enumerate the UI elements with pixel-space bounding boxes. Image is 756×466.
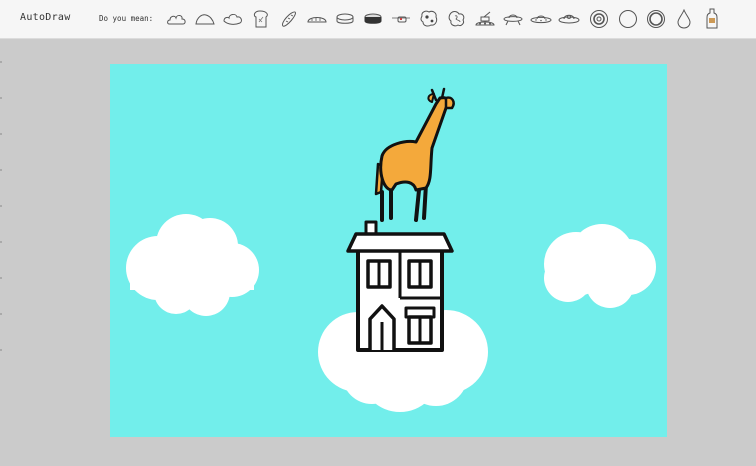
suggestion-cloud-puff-icon[interactable] bbox=[222, 8, 244, 30]
suggestion-hotdog-bun-icon[interactable] bbox=[306, 8, 328, 30]
suggestion-hill-icon[interactable] bbox=[194, 8, 216, 30]
suggestions-prompt: Do you mean: bbox=[99, 14, 154, 23]
suggestion-tank-icon[interactable] bbox=[474, 8, 496, 30]
suggestion-ring-icon[interactable] bbox=[645, 8, 667, 30]
suggestion-bottle-icon[interactable] bbox=[701, 8, 723, 30]
suggestion-donut-icon[interactable] bbox=[588, 8, 610, 30]
suggestion-baguette-icon[interactable] bbox=[278, 8, 300, 30]
suggestion-cloud-icon[interactable] bbox=[166, 8, 188, 30]
cloud-right[interactable] bbox=[544, 224, 656, 308]
suggestion-toast-icon[interactable] bbox=[250, 8, 272, 30]
suggestion-saucer-ring-icon[interactable] bbox=[558, 8, 580, 30]
cloud-left[interactable] bbox=[126, 214, 259, 316]
suggestion-ufo-icon[interactable] bbox=[502, 8, 524, 30]
giraffe-drawing[interactable] bbox=[374, 87, 455, 222]
suggestion-circle-icon[interactable] bbox=[617, 8, 639, 30]
suggestion-flying-saucer-icon[interactable] bbox=[530, 8, 552, 30]
suggestion-pill-icon[interactable] bbox=[334, 8, 356, 30]
suggestion-hockey-puck-icon[interactable] bbox=[362, 8, 384, 30]
suggestion-cable-car-icon[interactable] bbox=[390, 8, 412, 30]
top-toolbar: AutoDraw Do you mean: bbox=[0, 0, 756, 39]
app-title[interactable]: AutoDraw bbox=[20, 12, 71, 23]
house-drawing[interactable] bbox=[346, 220, 454, 352]
suggestion-cow-icon[interactable] bbox=[418, 8, 440, 30]
suggestion-drop-icon[interactable] bbox=[673, 8, 695, 30]
left-edge-marks bbox=[0, 40, 3, 462]
scene bbox=[126, 87, 656, 412]
suggestion-world-map-icon[interactable] bbox=[446, 8, 468, 30]
drawing-canvas[interactable] bbox=[110, 64, 667, 437]
